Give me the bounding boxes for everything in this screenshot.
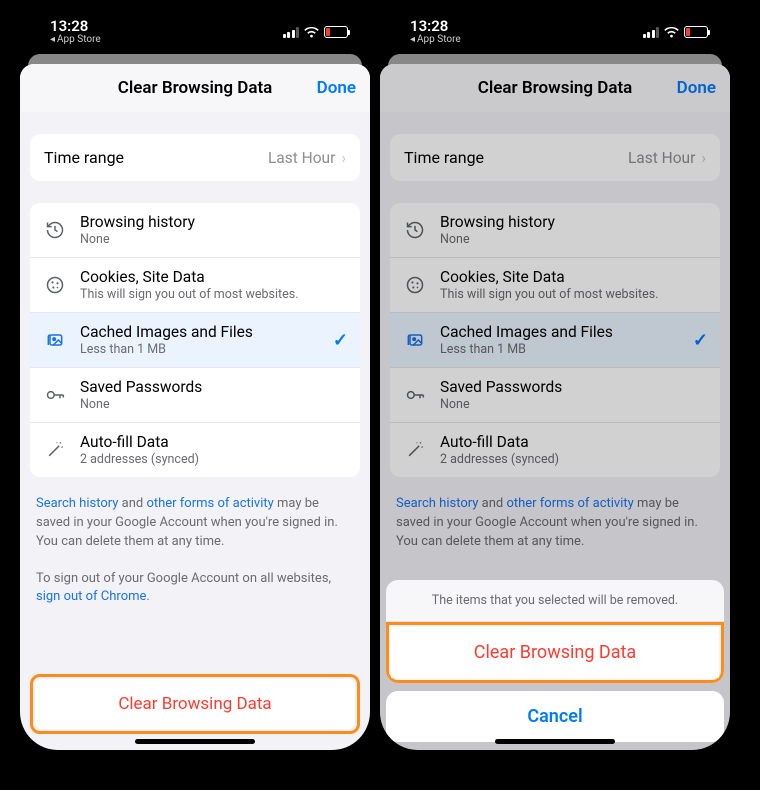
key-icon <box>402 385 428 405</box>
confirm-clear-button[interactable]: Clear Browsing Data <box>391 627 719 678</box>
time-range-row[interactable]: Time range Last Hour › <box>30 134 360 181</box>
item-cookies[interactable]: Cookies, Site Data This will sign you ou… <box>30 257 360 312</box>
key-icon <box>42 385 68 405</box>
other-activity-link[interactable]: other forms of activity <box>506 496 633 511</box>
phone-left: 13:28 ◂ App Store Clear Browsing Data Do… <box>20 10 370 750</box>
history-icon <box>402 220 428 240</box>
signout-link[interactable]: sign out of Chrome <box>36 589 146 604</box>
footer-note-2: To sign out of your Google Account on al… <box>30 552 360 608</box>
wand-icon <box>42 440 68 460</box>
status-icons <box>283 26 349 38</box>
history-icon <box>42 220 68 240</box>
battery-icon <box>684 26 708 38</box>
time-range-group: Time range Last Hour › <box>30 134 360 181</box>
action-sheet: The items that you selected will be remo… <box>386 580 724 742</box>
time-range-row[interactable]: Time range Last Hour › <box>390 134 720 181</box>
chevron-left-icon: ◂ <box>410 35 415 45</box>
status-icons <box>643 26 709 38</box>
chevron-right-icon: › <box>341 149 346 167</box>
chevron-right-icon: › <box>701 149 706 167</box>
chevron-left-icon: ◂ <box>50 35 55 45</box>
settings-sheet: Clear Browsing Data Done Time range Last… <box>20 64 370 750</box>
item-cached-images[interactable]: Cached Images and Files Less than 1 MB ✓ <box>30 312 360 367</box>
item-passwords[interactable]: Saved Passwords None <box>30 367 360 422</box>
status-bar: 13:28 ◂ App Store <box>20 10 370 54</box>
home-indicator[interactable] <box>495 739 615 744</box>
item-browsing-history[interactable]: Browsing historyNone <box>390 203 720 257</box>
done-button[interactable]: Done <box>317 78 356 98</box>
item-cookies[interactable]: Cookies, Site DataThis will sign you out… <box>390 257 720 312</box>
page-title: Clear Browsing Data <box>478 78 633 98</box>
item-browsing-history[interactable]: Browsing history None <box>30 203 360 257</box>
search-history-link[interactable]: Search history <box>36 496 118 511</box>
footer-note-1: Search history and other forms of activi… <box>30 477 360 552</box>
wand-icon <box>402 440 428 460</box>
action-sheet-message: The items that you selected will be remo… <box>386 580 724 622</box>
highlight-annotation: Clear Browsing Data <box>30 674 360 734</box>
cookie-icon <box>402 275 428 295</box>
item-passwords[interactable]: Saved PasswordsNone <box>390 367 720 422</box>
status-bar: 13:28 ◂ App Store <box>380 10 730 54</box>
status-time: 13:28 <box>50 19 88 34</box>
images-icon <box>402 330 428 350</box>
home-indicator[interactable] <box>135 739 255 744</box>
breadcrumb-back[interactable]: ◂ App Store <box>50 35 101 45</box>
highlight-annotation: Clear Browsing Data <box>386 622 724 683</box>
settings-sheet-dimmed: Clear Browsing Data Done Time range Last… <box>380 64 730 750</box>
cancel-button[interactable]: Cancel <box>386 691 724 742</box>
time-range-value: Last Hour <box>268 149 335 167</box>
item-autofill[interactable]: Auto-fill Data2 addresses (synced) <box>390 422 720 477</box>
status-time: 13:28 <box>410 19 448 34</box>
cellular-icon <box>643 27 660 38</box>
search-history-link[interactable]: Search history <box>396 496 478 511</box>
breadcrumb-back[interactable]: ◂ App Store <box>410 35 461 45</box>
checkmark-icon: ✓ <box>693 330 708 351</box>
clear-browsing-data-button[interactable]: Clear Browsing Data <box>35 679 355 729</box>
battery-icon <box>324 26 348 38</box>
phone-right: 13:28 ◂ App Store Clear Browsing Data Do… <box>380 10 730 750</box>
other-activity-link[interactable]: other forms of activity <box>146 496 273 511</box>
item-cached-images[interactable]: Cached Images and FilesLess than 1 MB ✓ <box>390 312 720 367</box>
page-title: Clear Browsing Data <box>118 78 273 98</box>
footer-note-1: Search history and other forms of activi… <box>390 477 720 552</box>
cookie-icon <box>42 275 68 295</box>
cellular-icon <box>283 27 300 38</box>
data-types-group: Browsing history None Cookies, Site Data… <box>30 203 360 477</box>
wifi-icon <box>664 27 679 38</box>
sheet-header: Clear Browsing Data Done <box>20 64 370 112</box>
done-button[interactable]: Done <box>677 78 716 98</box>
wifi-icon <box>304 27 319 38</box>
time-range-label: Time range <box>44 148 124 167</box>
item-autofill[interactable]: Auto-fill Data 2 addresses (synced) <box>30 422 360 477</box>
images-icon <box>42 330 68 350</box>
checkmark-icon: ✓ <box>333 330 348 351</box>
